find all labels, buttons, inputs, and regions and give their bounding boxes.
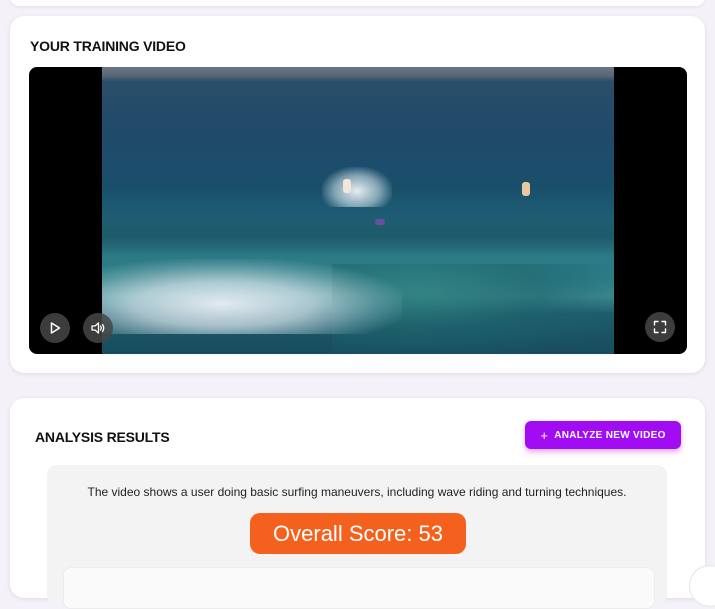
analysis-card-title: ANALYSIS RESULTS bbox=[35, 429, 170, 445]
wave-lip bbox=[102, 215, 614, 255]
volume-icon bbox=[91, 322, 105, 334]
volume-button[interactable] bbox=[83, 313, 113, 343]
previous-card-edge bbox=[10, 0, 705, 6]
play-icon bbox=[50, 322, 61, 334]
analysis-summary-panel: The video shows a user doing basic surfi… bbox=[47, 465, 667, 609]
analyze-button-label: ANALYZE NEW VIDEO bbox=[554, 429, 666, 441]
analyze-new-video-button[interactable]: + ANALYZE NEW VIDEO bbox=[525, 421, 681, 449]
fullscreen-button[interactable] bbox=[645, 312, 675, 342]
surfer-figure bbox=[375, 219, 385, 225]
fullscreen-icon bbox=[653, 320, 667, 334]
surfer-figure bbox=[522, 182, 530, 196]
video-frame bbox=[102, 67, 614, 354]
training-video-card: YOUR TRAINING VIDEO bbox=[10, 16, 705, 373]
analysis-summary-text: The video shows a user doing basic surfi… bbox=[87, 485, 627, 499]
analysis-detail-panel bbox=[63, 567, 655, 609]
analysis-results-card: ANALYSIS RESULTS + ANALYZE NEW VIDEO The… bbox=[10, 398, 705, 609]
plus-icon: + bbox=[540, 427, 549, 443]
play-button[interactable] bbox=[40, 313, 70, 343]
overall-score-badge: Overall Score: 53 bbox=[250, 513, 466, 554]
wave-spray bbox=[322, 167, 392, 207]
video-card-title: YOUR TRAINING VIDEO bbox=[30, 38, 186, 54]
surfer-figure bbox=[343, 179, 351, 193]
wave-foam bbox=[102, 259, 402, 334]
video-player[interactable] bbox=[29, 67, 687, 354]
